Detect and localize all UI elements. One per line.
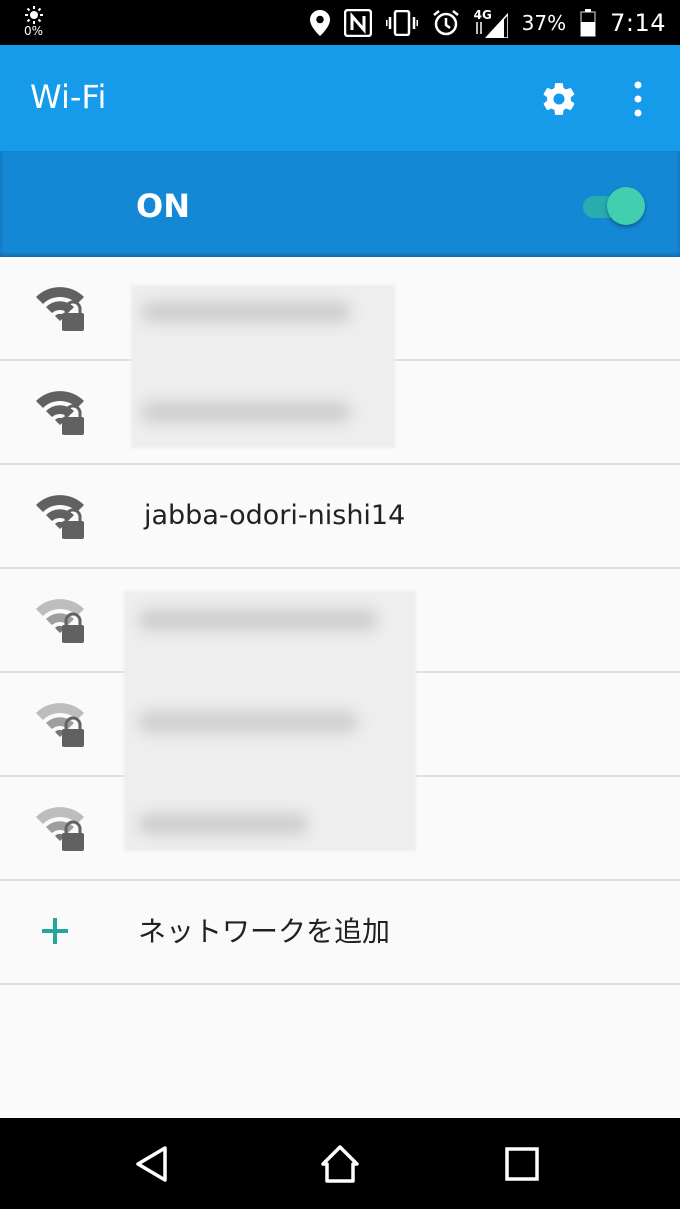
redacted-ssid-block	[124, 591, 416, 851]
nfc-icon	[343, 8, 372, 37]
recents-icon[interactable]	[502, 1144, 542, 1184]
wifi-secured-weak-icon	[36, 807, 84, 851]
network-ssid: jabba-odori-nishi14	[144, 500, 406, 531]
toggle-thumb	[607, 187, 645, 225]
wifi-secured-weak-icon	[36, 599, 84, 643]
add-network-row[interactable]: ネットワークを追加	[0, 881, 680, 985]
wifi-secured-strong-icon	[36, 287, 84, 331]
brightness-percent: 0%	[24, 24, 44, 38]
brightness-indicator: 0%	[22, 6, 50, 40]
network-row[interactable]: jabba-odori-nishi14	[0, 465, 680, 569]
wifi-secured-weak-icon	[36, 703, 84, 747]
brightness-icon	[25, 6, 43, 24]
clock: 7:14	[610, 8, 666, 37]
navigation-bar	[0, 1118, 680, 1209]
signal-icon	[475, 12, 508, 38]
gear-icon[interactable]	[540, 80, 578, 118]
more-vert-icon[interactable]	[626, 79, 650, 119]
wifi-master-switch-bar[interactable]: ON	[0, 151, 680, 257]
location-icon	[309, 9, 330, 36]
redacted-ssid-block	[131, 285, 395, 448]
switch-state-label: ON	[136, 187, 190, 225]
battery-percent: 37%	[521, 10, 567, 35]
battery-icon	[580, 8, 596, 37]
page-title: Wi-Fi	[30, 78, 107, 116]
alarm-icon	[432, 9, 459, 35]
status-bar: 0% 4G 37% 7:14	[0, 0, 680, 45]
vibrate-icon	[385, 9, 418, 36]
signal-indicator: 4G	[474, 8, 508, 38]
app-bar: Wi-Fi	[0, 45, 680, 151]
wifi-secured-strong-icon	[36, 495, 84, 539]
plus-icon	[42, 918, 68, 944]
back-icon[interactable]	[132, 1144, 172, 1184]
wifi-toggle[interactable]	[583, 186, 645, 226]
home-icon[interactable]	[320, 1144, 360, 1184]
wifi-secured-strong-icon	[36, 391, 84, 435]
add-network-label: ネットワークを追加	[138, 915, 391, 948]
